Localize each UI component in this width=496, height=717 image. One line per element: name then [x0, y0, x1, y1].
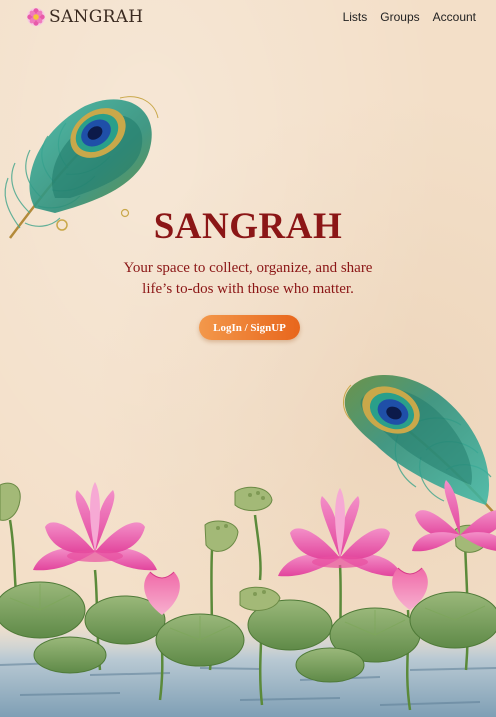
brand-logo-link[interactable]: SANGRAH: [26, 7, 143, 27]
hero-section: SANGRAH Your space to collect, organize,…: [0, 205, 496, 300]
top-navbar: SANGRAH Lists Groups Account: [0, 0, 496, 34]
login-signup-button[interactable]: LogIn / SignUP: [199, 315, 300, 340]
nav-links: Lists Groups Account: [330, 10, 476, 24]
nav-link-account[interactable]: Account: [433, 10, 476, 24]
hero-title: SANGRAH: [153, 206, 343, 247]
hero-tagline: Your space to collect, organize, and sha…: [123, 260, 373, 297]
nav-link-lists[interactable]: Lists: [343, 10, 368, 24]
brand-name: SANGRAH: [49, 7, 144, 27]
lotus-flower-icon: [27, 8, 45, 26]
lotus-pond-illustration: [0, 480, 496, 717]
nav-link-groups[interactable]: Groups: [380, 10, 419, 24]
